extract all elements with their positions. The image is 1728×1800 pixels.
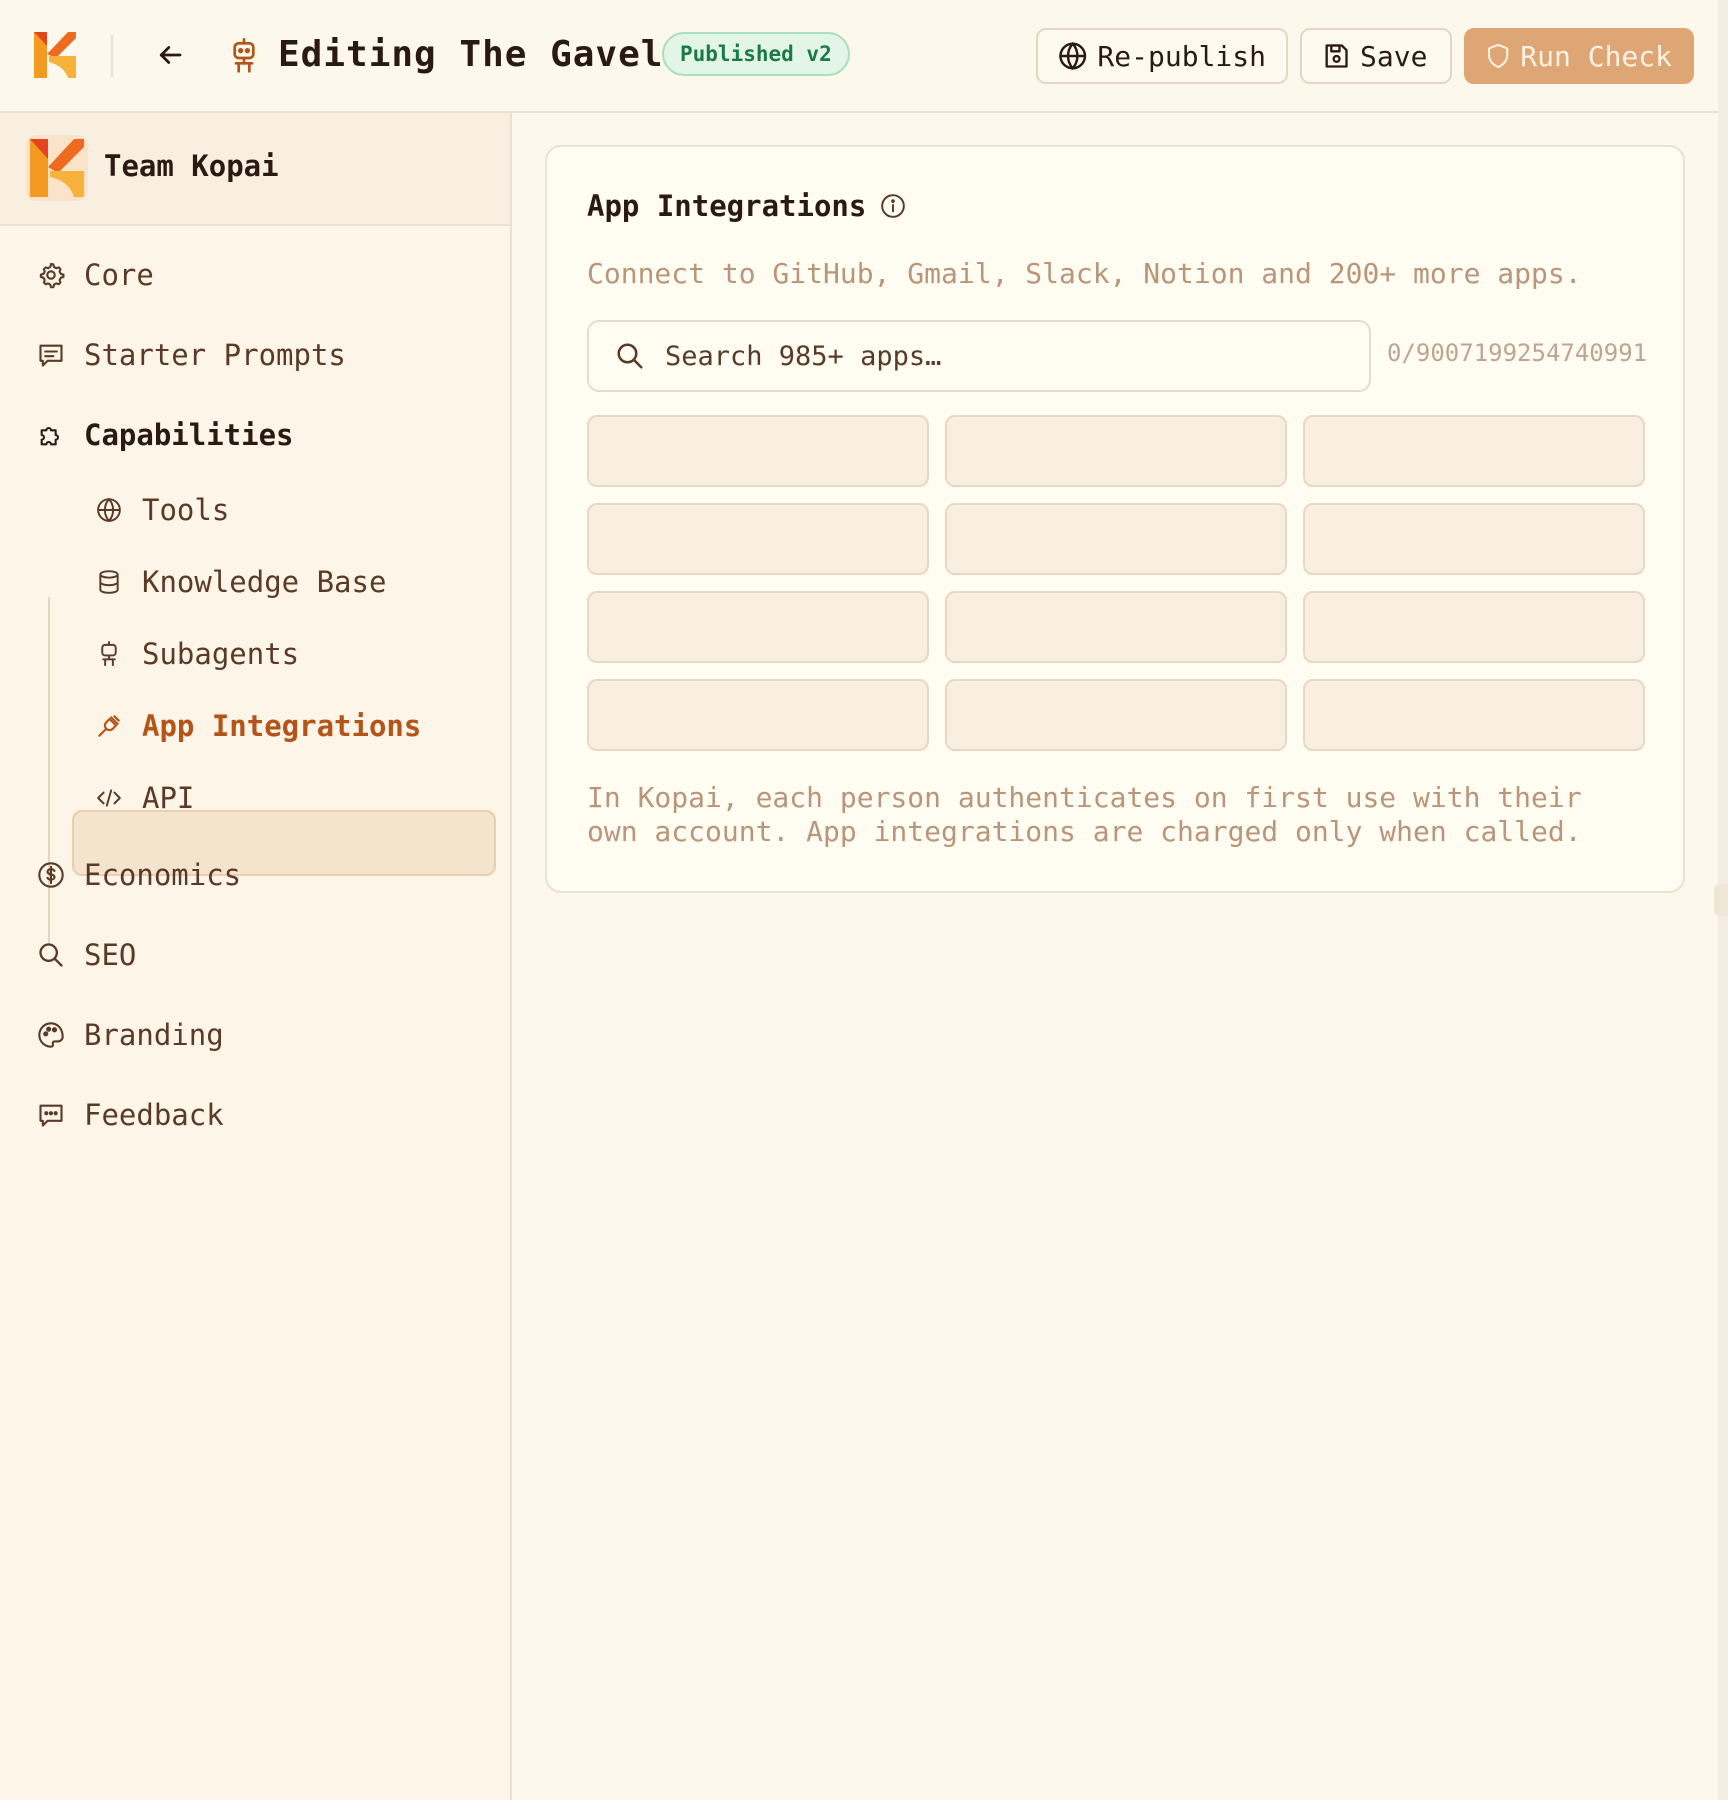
puzzle-icon: [36, 420, 66, 450]
sidebar-item-app-integrations[interactable]: App Integrations: [94, 709, 421, 743]
app-tile-placeholder[interactable]: [1303, 503, 1645, 575]
team-name: Team Kopai: [104, 149, 279, 183]
run-check-button[interactable]: Run Check: [1464, 28, 1694, 84]
card-description: Connect to GitHub, Gmail, Slack, Notion …: [587, 257, 1582, 290]
plug-icon: [94, 711, 124, 741]
robot-icon: [94, 639, 124, 669]
top-bar: Editing The Gavel Published v2 Re-publis…: [0, 0, 1718, 113]
database-icon: [94, 567, 124, 597]
team-avatar: [26, 135, 88, 201]
sidebar-item-seo[interactable]: SEO: [36, 938, 136, 972]
sidebar-item-feedback[interactable]: Feedback: [36, 1098, 224, 1132]
app-tile-placeholder[interactable]: [945, 503, 1287, 575]
republish-button[interactable]: Re-publish: [1036, 28, 1288, 84]
sidebar-item-label: Tools: [142, 493, 230, 527]
message-dots-icon: [36, 1100, 66, 1130]
card-title-text: App Integrations: [587, 189, 867, 223]
sidebar-item-label: API: [142, 781, 195, 815]
app-tile-placeholder[interactable]: [1303, 679, 1645, 751]
sidebar-item-label: SEO: [84, 938, 137, 972]
sidebar-item-label: Branding: [84, 1018, 224, 1052]
app-tile-placeholder[interactable]: [1303, 415, 1645, 487]
save-button[interactable]: Save: [1300, 28, 1452, 84]
sidebar: Team Kopai Core Starter Prompts Capabili…: [0, 113, 512, 1800]
robot-icon: [228, 38, 260, 74]
floppy-disk-icon: [1325, 44, 1348, 68]
globe-icon: [1059, 41, 1087, 71]
info-icon[interactable]: [880, 193, 906, 219]
sidebar-item-label: Feedback: [84, 1098, 224, 1132]
dollar-circle-icon: [36, 860, 66, 890]
sidebar-item-label: Subagents: [142, 637, 300, 671]
search-icon: [36, 940, 66, 970]
sidebar-item-capabilities[interactable]: Capabilities: [36, 418, 294, 452]
shield-icon: [1488, 43, 1509, 69]
app-integrations-card: App Integrations Connect to GitHub, Gmai…: [545, 145, 1685, 893]
run-check-label: Run Check: [1520, 39, 1672, 73]
code-icon: [94, 783, 124, 813]
app-tile-placeholder[interactable]: [587, 415, 929, 487]
page-title: Editing The Gavel: [278, 34, 664, 75]
arrow-left-icon: [159, 46, 182, 64]
sidebar-item-label: Starter Prompts: [84, 338, 346, 372]
app-grid: [587, 415, 1645, 751]
status-badge: Published v2: [662, 32, 850, 76]
palette-icon: [36, 1020, 66, 1050]
header-divider: [111, 35, 113, 77]
gear-icon: [36, 260, 66, 290]
app-search-input[interactable]: [663, 339, 1347, 373]
team-switcher[interactable]: Team Kopai: [0, 113, 510, 226]
app-tile-placeholder[interactable]: [945, 591, 1287, 663]
sidebar-item-economics[interactable]: Economics: [36, 858, 241, 892]
back-button[interactable]: [152, 37, 188, 73]
kopai-logo[interactable]: [34, 32, 76, 78]
app-tile-placeholder[interactable]: [587, 679, 929, 751]
globe-icon: [94, 495, 124, 525]
sidebar-item-branding[interactable]: Branding: [36, 1018, 224, 1052]
sidebar-item-label: Capabilities: [84, 418, 294, 452]
sidebar-item-tools[interactable]: Tools: [94, 493, 229, 527]
sidebar-item-label: App Integrations: [142, 709, 422, 743]
panel-resize-handle[interactable]: [1714, 884, 1728, 916]
message-square-icon: [36, 340, 66, 370]
card-footer-note: In Kopai, each person authenticates on f…: [587, 781, 1582, 848]
submenu-guide-line: [48, 597, 50, 945]
app-tile-placeholder[interactable]: [1303, 591, 1645, 663]
save-label: Save: [1360, 39, 1428, 73]
sidebar-item-subagents[interactable]: Subagents: [94, 637, 299, 671]
republish-label: Re-publish: [1097, 39, 1266, 73]
app-tile-placeholder[interactable]: [945, 679, 1287, 751]
sidebar-item-core[interactable]: Core: [36, 258, 154, 292]
card-title: App Integrations: [587, 189, 906, 223]
app-tile-placeholder[interactable]: [945, 415, 1287, 487]
sidebar-item-label: Core: [84, 258, 154, 292]
app-search-box[interactable]: [587, 320, 1371, 392]
sidebar-item-knowledge-base[interactable]: Knowledge Base: [94, 565, 386, 599]
app-tile-placeholder[interactable]: [587, 503, 929, 575]
app-tile-placeholder[interactable]: [587, 591, 929, 663]
selection-counter: 0/9007199254740991: [1387, 339, 1648, 367]
search-icon: [617, 343, 643, 369]
sidebar-item-label: Economics: [84, 858, 242, 892]
sidebar-item-label: Knowledge Base: [142, 565, 387, 599]
sidebar-item-api[interactable]: API: [94, 781, 194, 815]
sidebar-item-starter-prompts[interactable]: Starter Prompts: [36, 338, 346, 372]
